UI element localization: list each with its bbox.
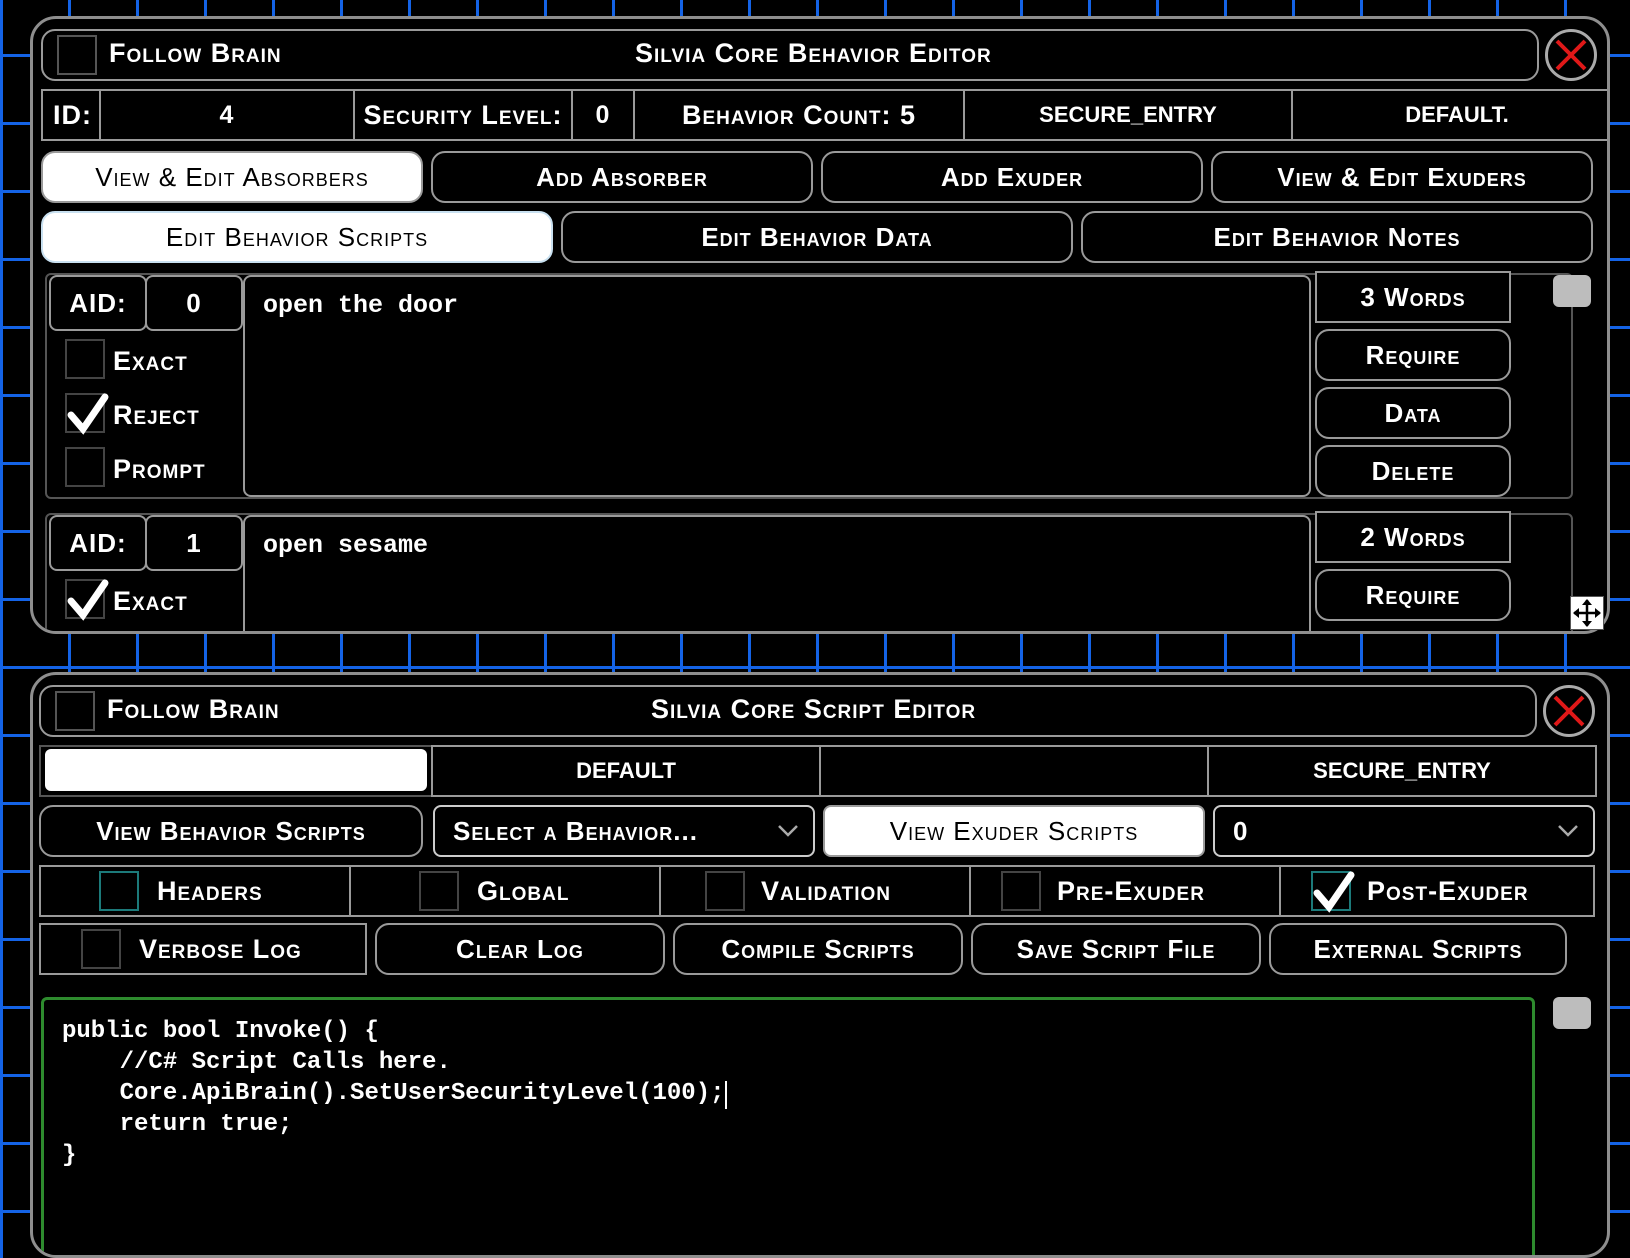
aid-value: 1 <box>145 515 243 571</box>
move-icon <box>1573 599 1601 627</box>
group-name: DEFAULT. <box>1291 89 1607 141</box>
title-bar[interactable]: Follow Brain Silvia Core Script Editor <box>39 685 1537 737</box>
exuder-select-value: 0 <box>1233 815 1249 846</box>
id-label: ID: <box>41 89 101 141</box>
chevron-down-icon <box>778 825 798 837</box>
verbose-log-checkbox[interactable] <box>81 929 121 969</box>
scrollbar-thumb[interactable] <box>1553 997 1591 1029</box>
tab-edit-behavior-data[interactable]: Edit Behavior Data <box>561 211 1073 263</box>
reject-checkbox[interactable] <box>65 393 109 435</box>
post-exuder-checkbox[interactable] <box>1311 871 1355 913</box>
exact-label: Exact <box>113 586 188 616</box>
follow-brain-label: Follow Brain <box>109 38 282 68</box>
prompt-checkbox[interactable] <box>65 447 105 487</box>
tab-view-edit-absorbers[interactable]: View & Edit Absorbers <box>41 151 423 203</box>
entry-name: SECURE_ENTRY <box>1207 745 1597 797</box>
view-behavior-scripts-button[interactable]: View Behavior Scripts <box>39 805 423 857</box>
filter-post-exuder[interactable]: Post-Exuder <box>1279 865 1595 917</box>
clear-log-button[interactable]: Clear Log <box>375 923 665 975</box>
scrollbar-thumb[interactable] <box>1553 275 1591 307</box>
window-title: Silvia Core Behavior Editor <box>635 38 992 68</box>
require-button[interactable]: Require <box>1315 329 1511 381</box>
exuder-select[interactable]: 0 <box>1213 805 1595 857</box>
code-line: public bool Invoke() { <box>62 1018 379 1045</box>
behavior-count: Behavior Count: 5 <box>633 89 965 141</box>
info-spacer <box>819 745 1209 797</box>
close-icon <box>1555 39 1587 71</box>
behavior-editor-window: Follow Brain Silvia Core Behavior Editor… <box>30 16 1610 634</box>
name-input[interactable] <box>45 749 427 791</box>
code-editor[interactable]: public bool Invoke() { //C# Script Calls… <box>41 997 1535 1255</box>
close-button[interactable] <box>1543 685 1595 737</box>
filter-validation[interactable]: Validation <box>659 865 971 917</box>
exact-label: Exact <box>113 346 188 376</box>
add-absorber-button[interactable]: Add Absorber <box>431 151 813 203</box>
post-exuder-label: Post-Exuder <box>1367 876 1529 906</box>
headers-label: Headers <box>157 876 263 906</box>
code-line: return true; <box>62 1111 293 1138</box>
check-icon <box>67 393 109 435</box>
code-line: Core.ApiBrain().SetUserSecurityLevel(100… <box>62 1080 725 1107</box>
save-script-file-button[interactable]: Save Script File <box>971 923 1261 975</box>
aid-label: AID: <box>49 275 147 331</box>
absorber-text-input[interactable]: open sesame <box>243 515 1311 631</box>
check-icon <box>67 579 109 621</box>
behavior-select-value: Select a Behavior... <box>453 815 698 846</box>
follow-brain-checkbox[interactable] <box>57 35 97 75</box>
follow-brain-checkbox[interactable] <box>55 691 95 731</box>
validation-checkbox[interactable] <box>705 871 745 911</box>
compile-scripts-button[interactable]: Compile Scripts <box>673 923 963 975</box>
tab-edit-behavior-scripts[interactable]: Edit Behavior Scripts <box>41 211 553 263</box>
follow-brain-label: Follow Brain <box>107 694 280 724</box>
tab-view-edit-exuders[interactable]: View & Edit Exuders <box>1211 151 1593 203</box>
security-level-value[interactable]: 0 <box>571 89 635 141</box>
pre-exuder-checkbox[interactable] <box>1001 871 1041 911</box>
aid-value: 0 <box>145 275 243 331</box>
entry-name: SECURE_ENTRY <box>963 89 1293 141</box>
filter-headers[interactable]: Headers <box>39 865 351 917</box>
title-bar[interactable]: Follow Brain Silvia Core Behavior Editor <box>41 29 1539 81</box>
external-scripts-button[interactable]: External Scripts <box>1269 923 1567 975</box>
pre-exuder-label: Pre-Exuder <box>1057 876 1205 906</box>
delete-button[interactable]: Delete <box>1315 445 1511 497</box>
id-value: 4 <box>99 89 355 141</box>
script-editor-window: Follow Brain Silvia Core Script Editor D… <box>30 672 1610 1258</box>
filter-pre-exuder[interactable]: Pre-Exuder <box>969 865 1281 917</box>
verbose-log-toggle[interactable]: Verbose Log <box>39 923 367 975</box>
aid-label: AID: <box>49 515 147 571</box>
exact-checkbox[interactable] <box>65 339 105 379</box>
filter-global[interactable]: Global <box>349 865 661 917</box>
validation-label: Validation <box>761 876 892 906</box>
data-button[interactable]: Data <box>1315 387 1511 439</box>
window-title: Silvia Core Script Editor <box>651 694 977 724</box>
check-icon <box>1313 871 1355 913</box>
reject-label: Reject <box>113 400 200 430</box>
exact-checkbox[interactable] <box>65 579 109 621</box>
text-cursor <box>724 1080 727 1109</box>
chevron-down-icon <box>1558 825 1578 837</box>
security-level-label: Security Level: <box>353 89 573 141</box>
view-exuder-scripts-button[interactable]: View Exuder Scripts <box>823 805 1205 857</box>
behavior-select[interactable]: Select a Behavior... <box>433 805 815 857</box>
verbose-log-label: Verbose Log <box>139 934 302 964</box>
global-label: Global <box>477 876 570 906</box>
headers-checkbox[interactable] <box>99 871 139 911</box>
group-name: DEFAULT <box>431 745 821 797</box>
global-checkbox[interactable] <box>419 871 459 911</box>
move-handle[interactable] <box>1570 596 1604 630</box>
add-exuder-button[interactable]: Add Exuder <box>821 151 1203 203</box>
tab-edit-behavior-notes[interactable]: Edit Behavior Notes <box>1081 211 1593 263</box>
absorber-text-input[interactable]: open the door <box>243 275 1311 497</box>
prompt-label: Prompt <box>113 454 206 484</box>
word-count: 3 Words <box>1315 271 1511 323</box>
close-icon <box>1553 695 1585 727</box>
close-button[interactable] <box>1545 29 1597 81</box>
code-line: //C# Script Calls here. <box>62 1049 451 1076</box>
code-line: } <box>62 1142 77 1169</box>
word-count: 2 Words <box>1315 511 1511 563</box>
require-button[interactable]: Require <box>1315 569 1511 621</box>
